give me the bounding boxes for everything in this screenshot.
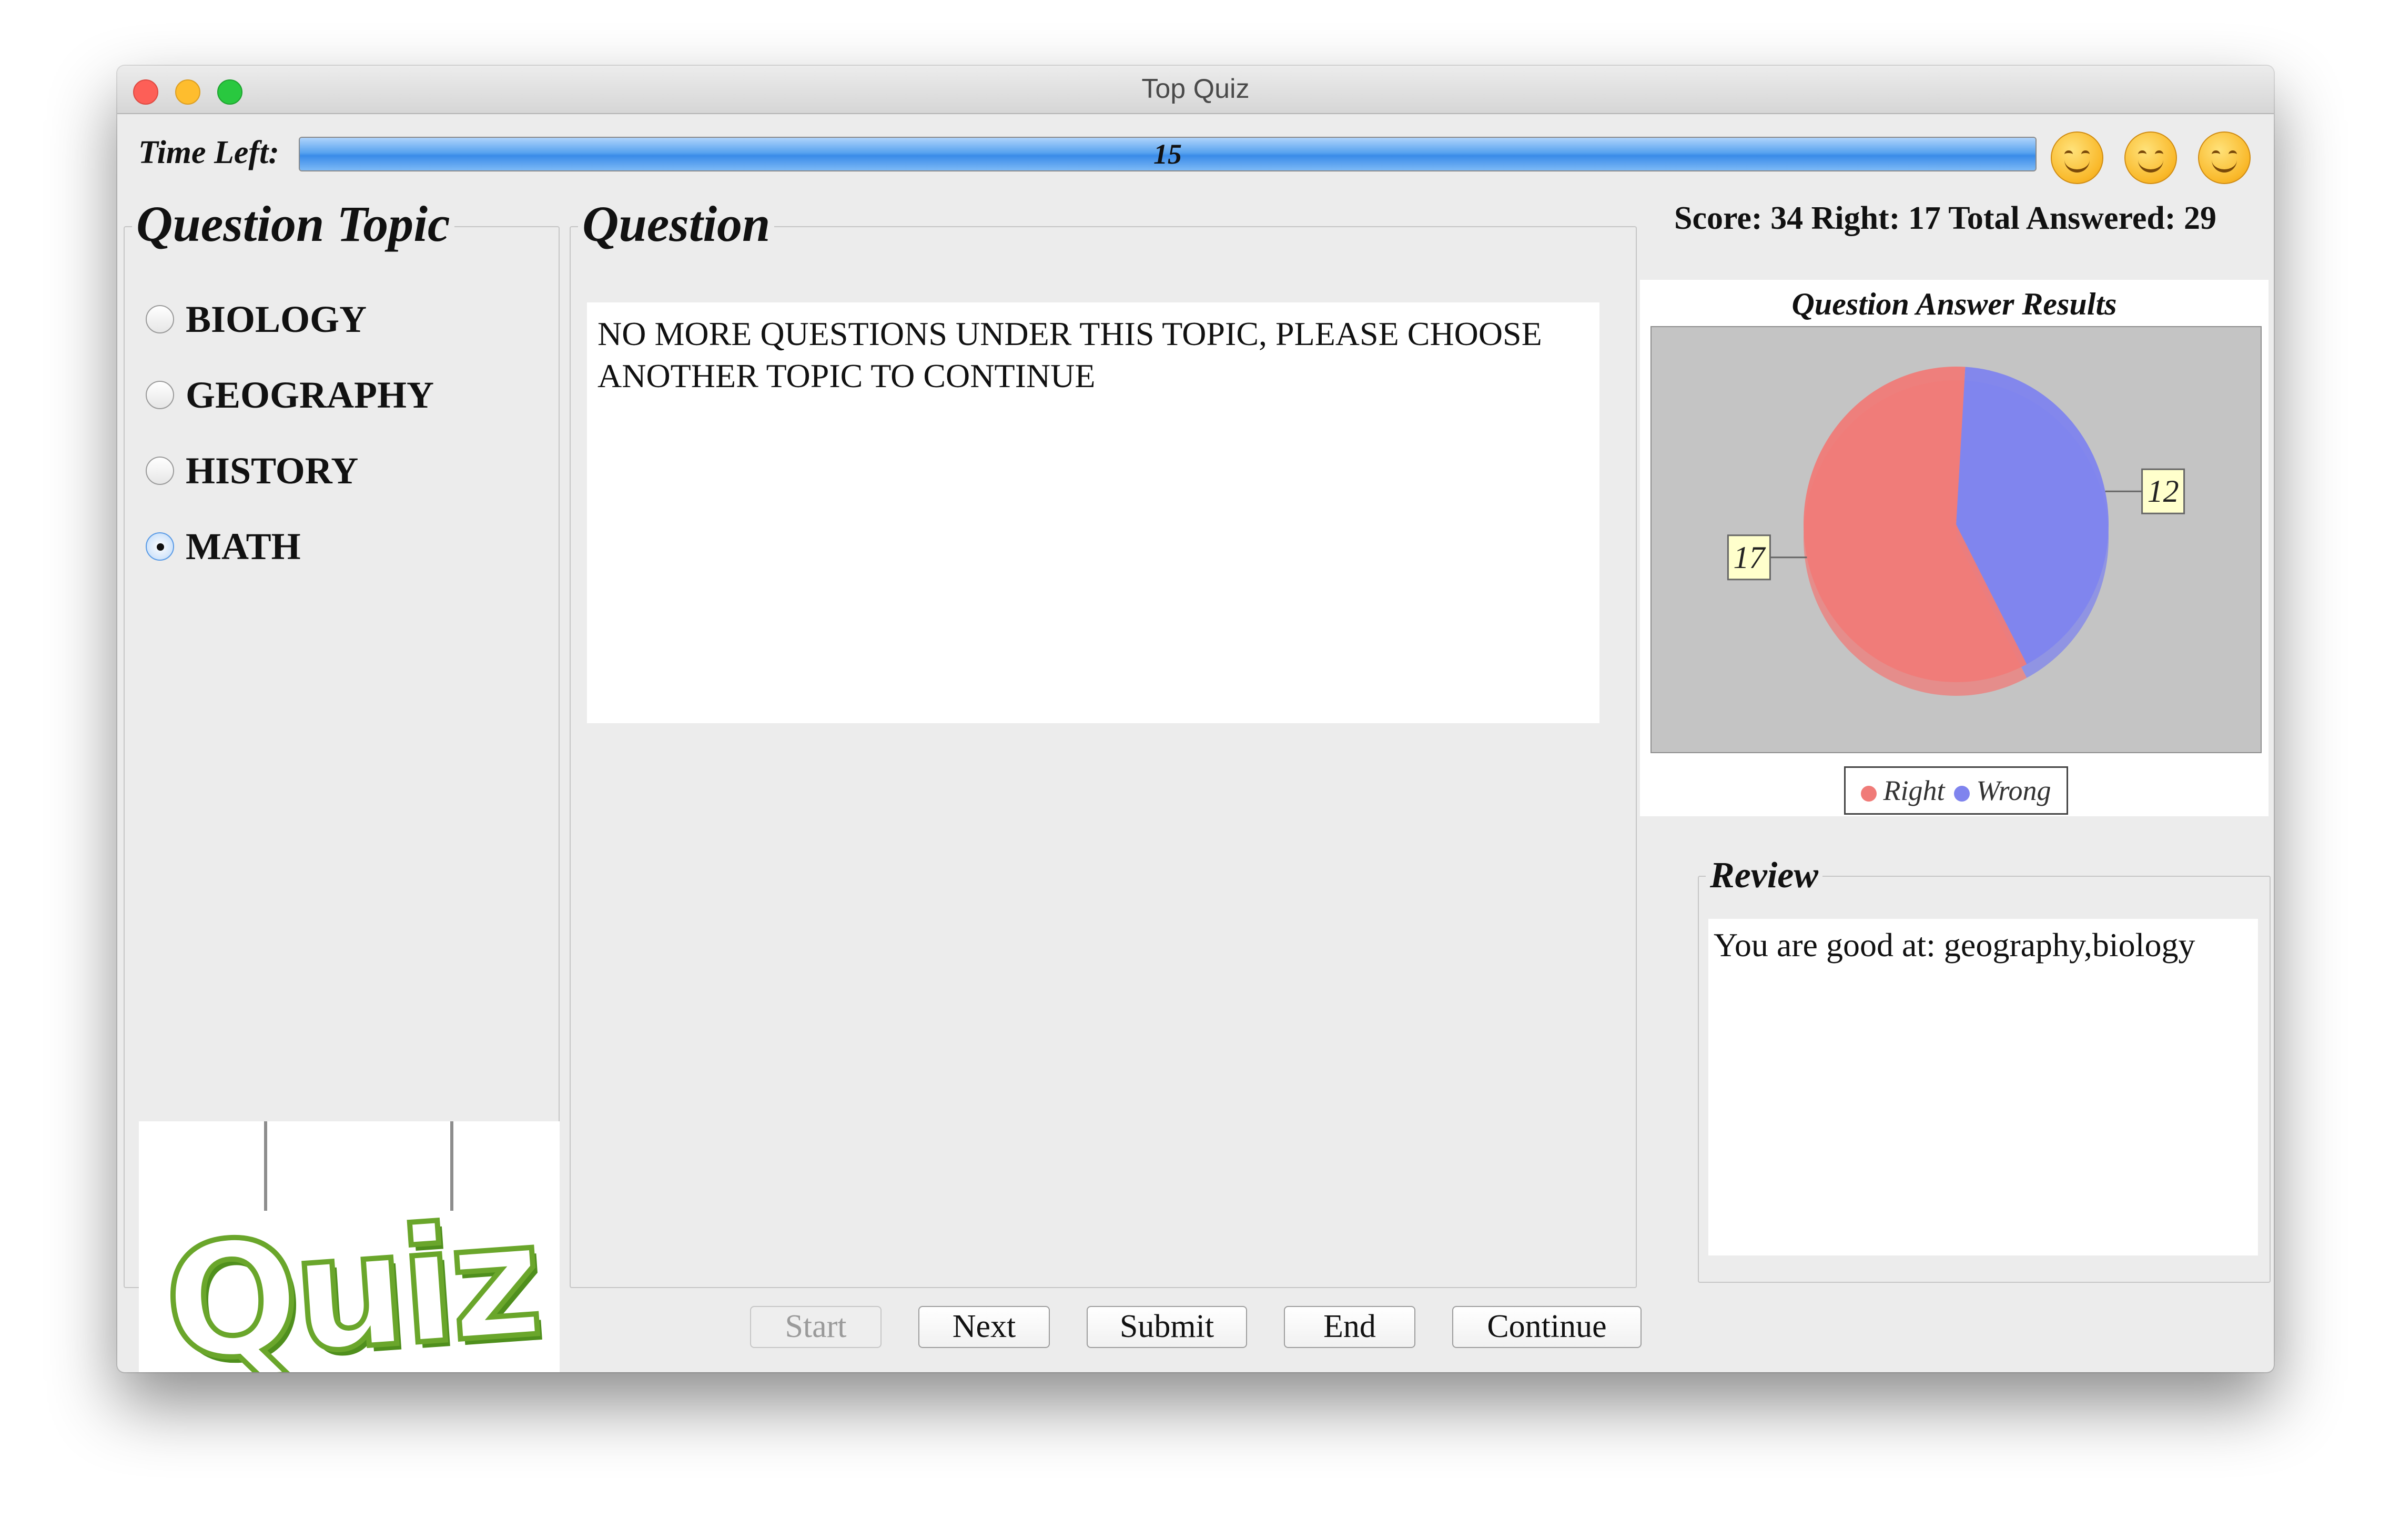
topic-option-geography[interactable]: GEOGRAPHY xyxy=(146,371,434,419)
data-label-right: 17 xyxy=(1733,540,1766,575)
score-summary: Score: 34 Right: 17 Total Answered: 29 xyxy=(1674,200,2217,236)
submit-button[interactable]: Submit xyxy=(1087,1306,1247,1348)
topic-option-history[interactable]: HISTORY xyxy=(146,447,358,494)
end-button[interactable]: End xyxy=(1284,1306,1415,1348)
radio-button[interactable] xyxy=(146,381,174,409)
topic-label: HISTORY xyxy=(186,449,359,492)
question-text-line: NO MORE QUESTIONS UNDER THIS TOPIC, PLEA… xyxy=(598,315,1542,352)
radio-button[interactable] xyxy=(146,457,174,485)
quiz-logo-text: Quiz xyxy=(157,1185,545,1372)
smiley-icon xyxy=(2051,131,2103,184)
app-window: Top Quiz Time Left: 15 BIOLOGY GEOGRAPHY… xyxy=(117,66,2274,1372)
pie-chart: 12 17 xyxy=(1727,367,2185,696)
review-text-area[interactable]: You are good at: geography,biology xyxy=(1708,919,2258,1255)
question-title: Question xyxy=(578,195,775,253)
time-progress-value: 15 xyxy=(1153,138,1182,170)
question-topic-title: Question Topic xyxy=(132,195,454,253)
question-topic-panel: BIOLOGY GEOGRAPHY HISTORY MATH Quiz xyxy=(124,226,560,1372)
topic-option-math[interactable]: MATH xyxy=(146,523,301,570)
smiley-icon xyxy=(2124,131,2177,184)
legend-entry-right: Right xyxy=(1861,774,1945,807)
question-text-area[interactable]: NO MORE QUESTIONS UNDER THIS TOPIC, PLEA… xyxy=(587,302,1599,723)
chart-plot-area: 12 17 xyxy=(1650,326,2262,753)
quiz-logo: Quiz xyxy=(139,1121,560,1372)
legend-entry-wrong: Wrong xyxy=(1954,774,2051,807)
radio-button[interactable] xyxy=(146,305,174,333)
review-text: You are good at: geography,biology xyxy=(1714,926,2195,964)
topic-label: GEOGRAPHY xyxy=(186,373,434,416)
time-progress-bar: 15 xyxy=(299,137,2037,171)
time-left-label: Time Left: xyxy=(138,135,279,170)
smiley-icon xyxy=(2198,131,2251,184)
rope xyxy=(264,1121,267,1211)
review-title: Review xyxy=(1706,855,1823,897)
topic-label: BIOLOGY xyxy=(186,298,367,340)
question-text-line: ANOTHER TOPIC TO CONTINUE xyxy=(598,357,1096,394)
start-button[interactable]: Start xyxy=(750,1306,882,1348)
chart-title: Question Answer Results xyxy=(1791,287,2117,321)
chart-legend: Right Wrong xyxy=(1844,766,2068,815)
next-button[interactable]: Next xyxy=(918,1306,1050,1348)
answer-results-chart: Question Answer Results 12 17 Right Wrong xyxy=(1640,280,2269,816)
title-bar[interactable]: Top Quiz xyxy=(117,66,2274,114)
continue-button[interactable]: Continue xyxy=(1452,1306,1642,1348)
topic-label: MATH xyxy=(186,525,301,568)
radio-button-selected[interactable] xyxy=(146,532,174,561)
topic-option-biology[interactable]: BIOLOGY xyxy=(146,296,367,343)
window-title: Top Quiz xyxy=(1141,74,1250,104)
data-label-wrong: 12 xyxy=(2148,474,2179,509)
